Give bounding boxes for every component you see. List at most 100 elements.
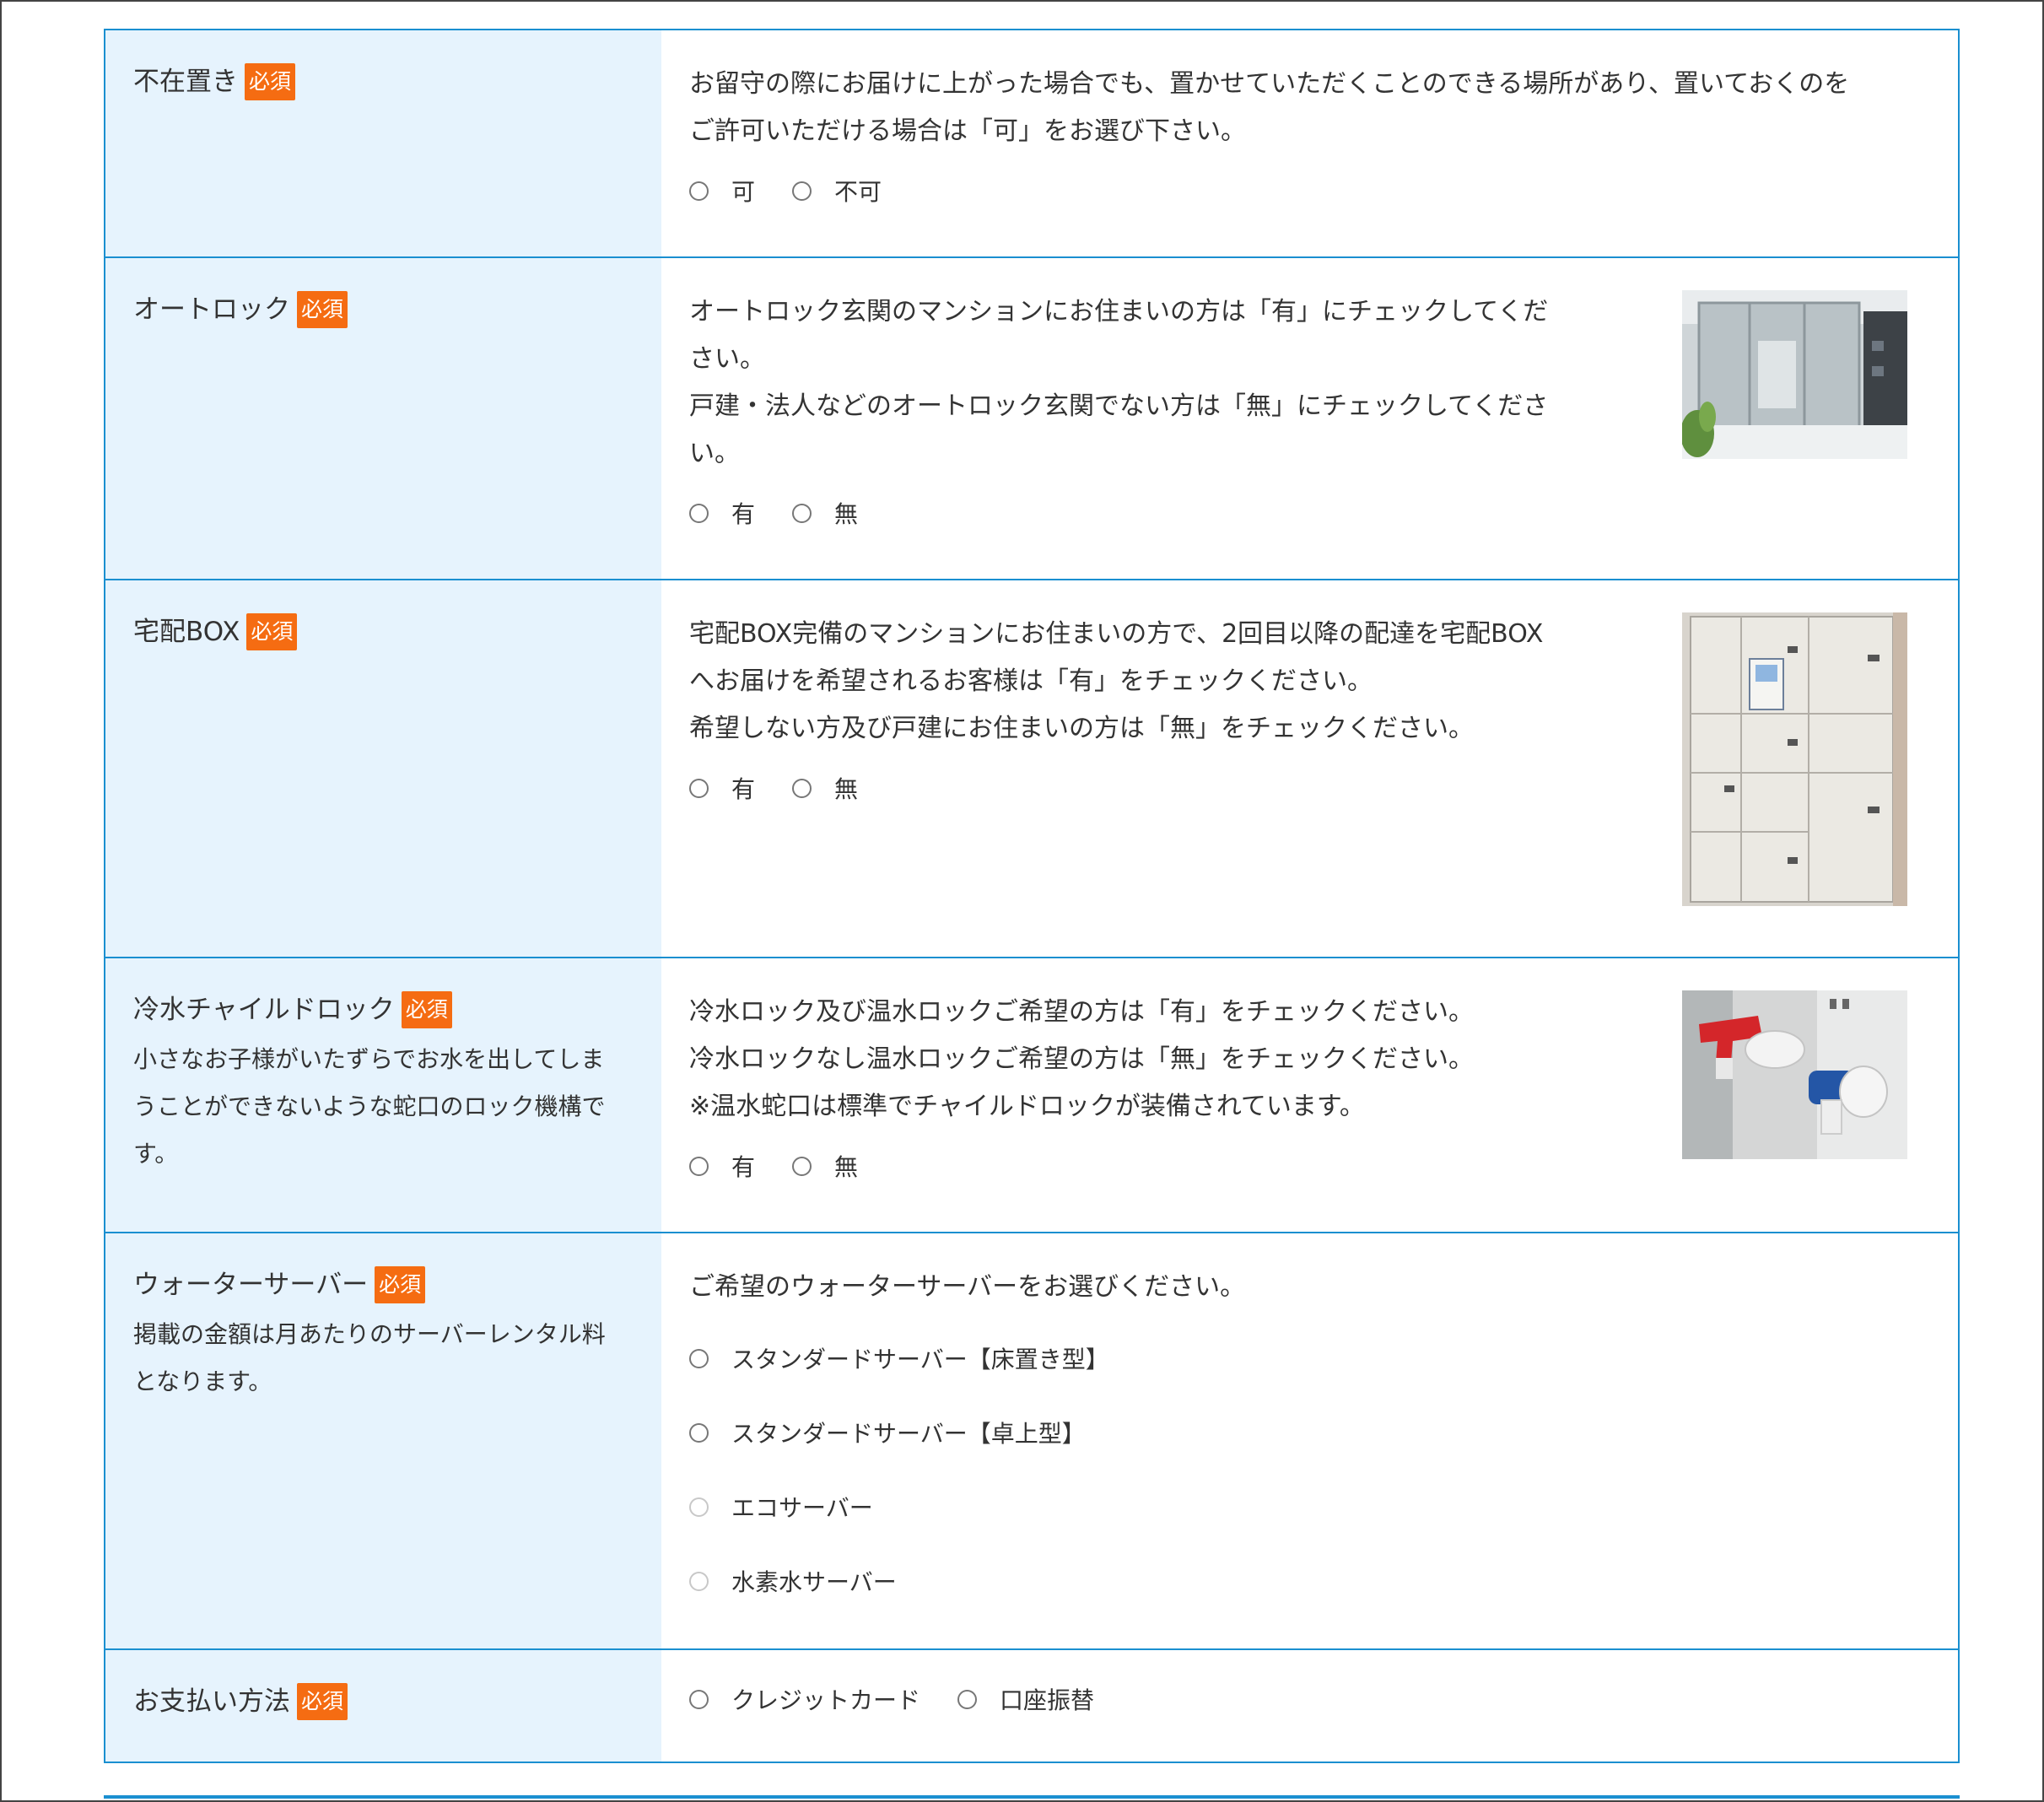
- radio-option-allow[interactable]: 可: [689, 174, 755, 208]
- row-body: ご希望のウォーターサーバーをお選びください。 スタンダードサーバー【床置き型】 …: [661, 1233, 1958, 1648]
- radio-group: スタンダードサーバー【床置き型】 スタンダードサーバー【卓上型】 エコサーバー …: [689, 1321, 1929, 1618]
- radio-option-yes[interactable]: 有: [689, 771, 755, 805]
- radio-option-standard-tabletop[interactable]: スタンダードサーバー【卓上型】: [689, 1395, 1086, 1470]
- radio-label: クレジットカード: [731, 1686, 921, 1714]
- radio-option-hydrogen-server: 水素水サーバー: [689, 1544, 897, 1618]
- description-line: 冷水ロックなし温水ロックご希望の方は「無」をチェックください。: [689, 1044, 1474, 1074]
- radio-label: 有: [731, 1153, 756, 1181]
- row-header: 宅配BOX 必須: [105, 580, 661, 957]
- radio-option-yes[interactable]: 有: [689, 1149, 755, 1183]
- description-line: 宅配BOX完備のマンションにお住まいの方で、2回目以降の配達を宅配BOX: [689, 619, 1544, 649]
- description-line: へお届けを希望されるお客様は「有」をチェックください。: [689, 666, 1373, 696]
- radio-option-eco-server: エコサーバー: [689, 1470, 873, 1544]
- radio-button[interactable]: [689, 503, 709, 523]
- radio-button[interactable]: [792, 181, 812, 201]
- radio-button[interactable]: [689, 1422, 709, 1443]
- radio-group: 有 無: [689, 496, 1929, 530]
- radio-button[interactable]: [689, 181, 709, 201]
- description-line: お留守の際にお届けに上がった場合でも、置かせていただくことのできる場所があり、置…: [689, 69, 1850, 99]
- required-badge: 必須: [245, 63, 296, 100]
- radio-label: 有: [731, 775, 756, 803]
- radio-label: エコサーバー: [731, 1494, 873, 1522]
- description-line: ご許可いただける場合は「可」をお選び下さい。: [689, 116, 1246, 146]
- note-line: 小さなお子様がいたずらでお水を出してしま: [133, 1045, 605, 1073]
- radio-label: 無: [834, 775, 859, 803]
- radio-button[interactable]: [957, 1689, 978, 1709]
- radio-label: 無: [834, 1153, 859, 1181]
- field-label: 不在置き: [133, 67, 238, 97]
- description-line: 希望しない方及び戸建にお住まいの方は「無」をチェックください。: [689, 714, 1474, 743]
- row-header: お支払い方法 必須: [105, 1650, 661, 1762]
- field-label: オートロック: [133, 294, 290, 325]
- radio-button[interactable]: [689, 1348, 709, 1368]
- radio-button[interactable]: [689, 778, 709, 798]
- field-label: 冷水チャイルドロック: [133, 995, 395, 1025]
- note-line: となります。: [133, 1368, 272, 1395]
- note-line: 掲載の金額は月あたりのサーバーレンタル料: [133, 1320, 606, 1348]
- faucet-photo: [1682, 990, 1907, 1159]
- radio-button[interactable]: [792, 778, 812, 798]
- radio-label: 可: [731, 178, 756, 206]
- radio-option-bank-transfer[interactable]: 口座振替: [957, 1682, 1094, 1716]
- radio-group: クレジットカード 口座振替: [689, 1682, 1929, 1716]
- field-description: ご希望のウォーターサーバーをお選びください。: [689, 1264, 1929, 1311]
- field-description: お留守の際にお届けに上がった場合でも、置かせていただくことのできる場所があり、置…: [689, 61, 1929, 155]
- note-line: す。: [133, 1140, 179, 1168]
- radio-button[interactable]: [689, 1689, 709, 1709]
- row-header: ウォーターサーバー 必須 掲載の金額は月あたりのサーバーレンタル料 となります。: [105, 1233, 661, 1648]
- form-row-child-lock: 冷水チャイルドロック 必須 小さなお子様がいたずらでお水を出してしま うことがで…: [105, 957, 1958, 1232]
- description-line: ※温水蛇口は標準でチャイルドロックが装備されています。: [689, 1092, 1365, 1121]
- required-badge: 必須: [297, 291, 348, 328]
- field-description: オートロック玄関のマンションにお住まいの方は「有」にチェックしてくだ さい。 戸…: [689, 289, 1609, 477]
- row-body: 冷水ロック及び温水ロックご希望の方は「有」をチェックください。 冷水ロックなし温…: [661, 958, 1958, 1232]
- required-badge: 必須: [401, 991, 452, 1028]
- entrance-photo: [1682, 290, 1907, 459]
- description-line: 戸建・法人などのオートロック玄関でない方は「無」にチェックしてくださ: [689, 391, 1549, 421]
- next-section-border: [104, 1795, 1960, 1799]
- radio-button-disabled: [689, 1571, 709, 1591]
- form-row-payment: お支払い方法 必須 クレジットカード 口座振替: [105, 1648, 1958, 1762]
- radio-button[interactable]: [792, 1156, 812, 1176]
- radio-button-disabled: [689, 1497, 709, 1517]
- description-line: 冷水ロック及び温水ロックご希望の方は「有」をチェックください。: [689, 997, 1474, 1027]
- radio-option-no[interactable]: 無: [792, 496, 858, 530]
- radio-label: 有: [731, 500, 756, 528]
- radio-label: スタンダードサーバー【卓上型】: [731, 1420, 1086, 1448]
- form-row-water-server: ウォーターサーバー 必須 掲載の金額は月あたりのサーバーレンタル料 となります。…: [105, 1232, 1958, 1648]
- radio-label: 不可: [834, 178, 882, 206]
- radio-label: 水素水サーバー: [731, 1568, 897, 1596]
- description-line: ご希望のウォーターサーバーをお選びください。: [689, 1272, 1246, 1302]
- description-line: い。: [689, 439, 740, 468]
- field-note: 小さなお子様がいたずらでお水を出してしま うことができないような蛇口のロック機構…: [133, 1036, 636, 1178]
- field-description: 宅配BOX完備のマンションにお住まいの方で、2回目以降の配達を宅配BOX へお届…: [689, 611, 1634, 753]
- radio-label: スタンダードサーバー【床置き型】: [731, 1346, 1109, 1373]
- radio-option-no[interactable]: 無: [792, 1149, 858, 1183]
- description-line: さい。: [689, 344, 765, 374]
- field-label: ウォーターサーバー: [133, 1270, 369, 1300]
- description-line: オートロック玄関のマンションにお住まいの方は「有」にチェックしてくだ: [689, 297, 1549, 326]
- radio-label: 口座振替: [1000, 1686, 1095, 1714]
- required-badge: 必須: [246, 613, 298, 650]
- form-row-absent-delivery: 不在置き 必須 お留守の際にお届けに上がった場合でも、置かせていただくことのでき…: [105, 30, 1958, 256]
- radio-button[interactable]: [792, 503, 812, 523]
- row-body: オートロック玄関のマンションにお住まいの方は「有」にチェックしてくだ さい。 戸…: [661, 258, 1958, 579]
- row-body: 宅配BOX完備のマンションにお住まいの方で、2回目以降の配達を宅配BOX へお届…: [661, 580, 1958, 957]
- radio-option-yes[interactable]: 有: [689, 496, 755, 530]
- required-badge: 必須: [297, 1683, 348, 1720]
- row-header: 冷水チャイルドロック 必須 小さなお子様がいたずらでお水を出してしま うことがで…: [105, 958, 661, 1232]
- field-note: 掲載の金額は月あたりのサーバーレンタル料 となります。: [133, 1311, 636, 1405]
- order-form-table: 不在置き 必須 お留守の際にお届けに上がった場合でも、置かせていただくことのでき…: [104, 29, 1960, 1763]
- radio-option-no[interactable]: 無: [792, 771, 858, 805]
- form-row-delivery-box: 宅配BOX 必須 宅配BOX完備のマンションにお住まいの方で、2回目以降の配達を…: [105, 579, 1958, 957]
- field-label: お支払い方法: [133, 1686, 290, 1717]
- form-row-autolock: オートロック 必須 オートロック玄関のマンションにお住まいの方は「有」にチェック…: [105, 256, 1958, 579]
- radio-option-credit-card[interactable]: クレジットカード: [689, 1682, 920, 1716]
- radio-button[interactable]: [689, 1156, 709, 1176]
- radio-label: 無: [834, 500, 859, 528]
- row-header: オートロック 必須: [105, 258, 661, 579]
- radio-option-standard-floor[interactable]: スタンダードサーバー【床置き型】: [689, 1321, 1109, 1395]
- radio-option-disallow[interactable]: 不可: [792, 174, 882, 208]
- row-body: お留守の際にお届けに上がった場合でも、置かせていただくことのできる場所があり、置…: [661, 30, 1958, 256]
- note-line: うことができないような蛇口のロック機構で: [133, 1093, 606, 1120]
- radio-group: 可 不可: [689, 174, 1929, 208]
